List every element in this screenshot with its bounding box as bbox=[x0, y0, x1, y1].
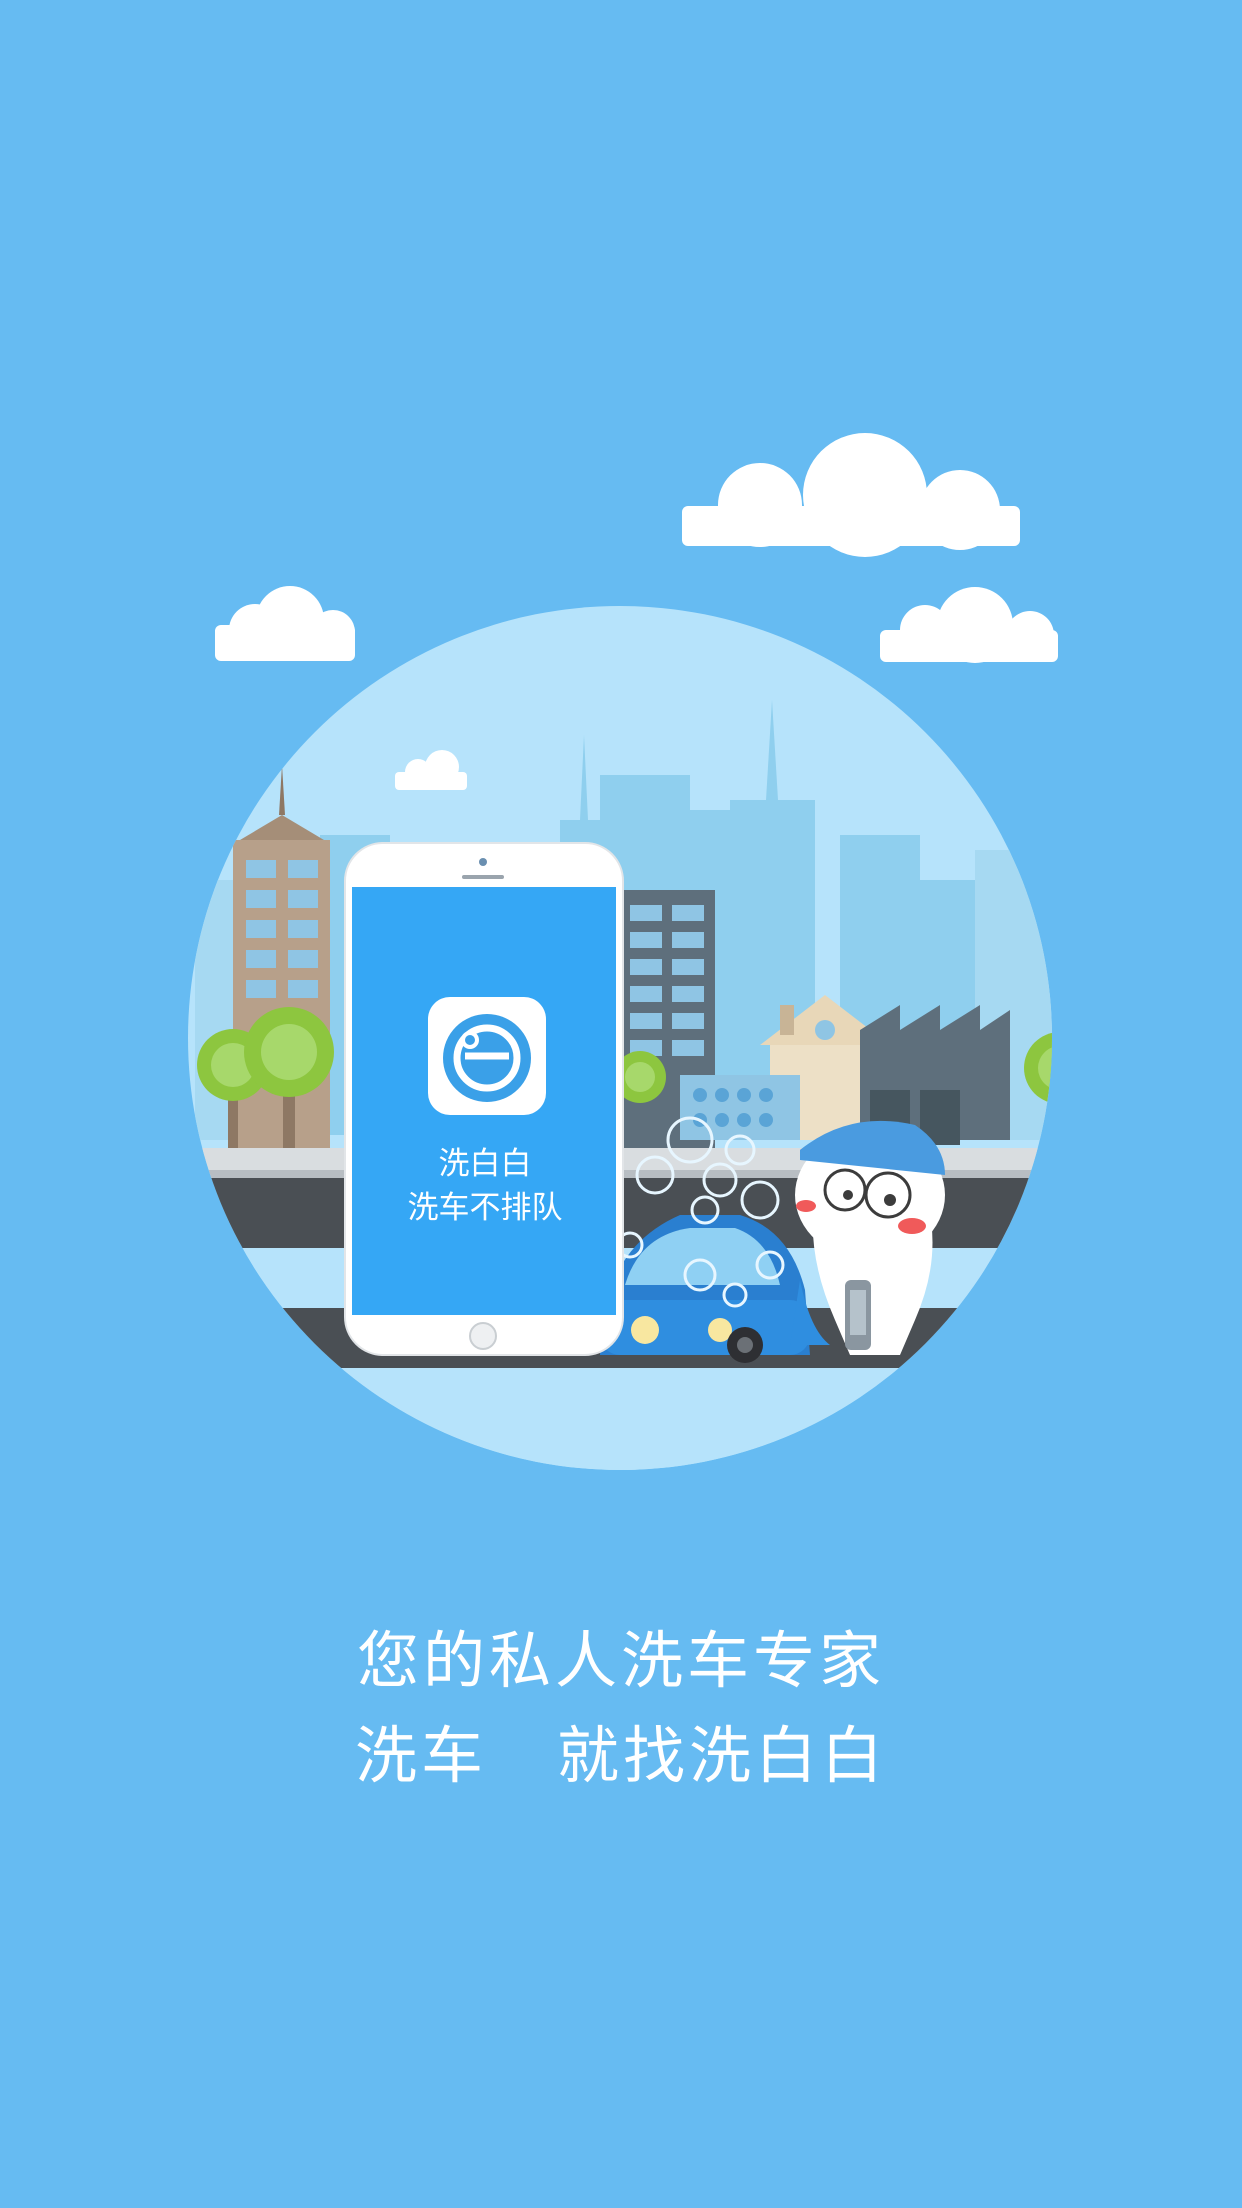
car-wash-illustration bbox=[188, 433, 1058, 1470]
tagline-line2-part1: 洗车 bbox=[354, 1719, 487, 1792]
cloud-icon bbox=[682, 433, 1020, 557]
tagline-line2: 洗车 就找洗白白 bbox=[0, 1705, 1242, 1795]
cloud-icon bbox=[880, 587, 1058, 663]
tagline-line2-part2: 就找洗白白 bbox=[557, 1719, 888, 1792]
phone-app-slogan: 洗车不排队 bbox=[407, 1190, 563, 1226]
tree-icon bbox=[1024, 1032, 1052, 1104]
phone-app-name: 洗白白 bbox=[438, 1146, 532, 1182]
splash-screen: 洗白白 洗车不排队 您的私人洗车专家 洗车 就找洗白白 bbox=[0, 0, 1242, 2208]
tagline-text-line1: 您的私人洗车专家 bbox=[356, 1624, 885, 1697]
phone-icon bbox=[344, 842, 624, 1356]
cloud-icon bbox=[215, 586, 355, 661]
